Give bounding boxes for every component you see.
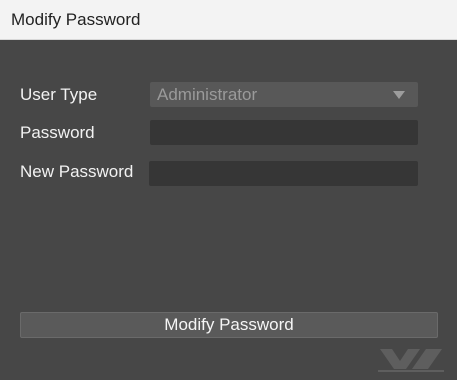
new-password-label: New Password [20,162,134,181]
user-type-value: Administrator [157,85,258,104]
modify-password-dialog: Modify Password User Type Administrator … [0,0,457,380]
password-label: Password [20,123,95,142]
dialog-title: Modify Password [11,10,141,29]
modify-password-button[interactable]: Modify Password [20,312,438,338]
user-type-select[interactable]: Administrator [150,82,418,107]
user-type-label: User Type [20,85,98,104]
brand-watermark-logo [378,349,444,372]
password-input[interactable] [150,120,418,145]
chevron-down-icon [393,91,405,99]
new-password-input[interactable] [149,161,418,186]
title-bar: Modify Password [0,0,457,40]
